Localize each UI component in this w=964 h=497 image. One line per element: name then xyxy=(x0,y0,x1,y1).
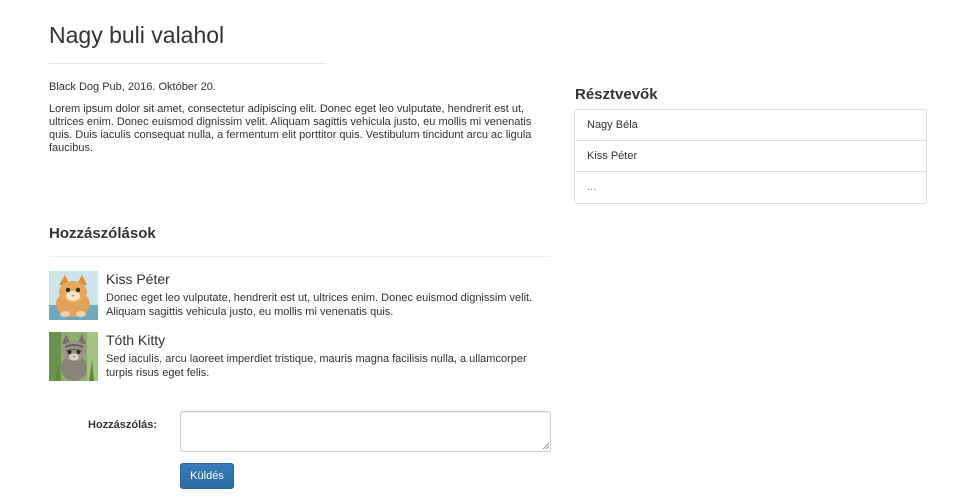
participants-heading: Résztvevők xyxy=(575,86,658,103)
submit-comment-button[interactable]: Küldés xyxy=(180,463,234,489)
comment-author: Kiss Péter xyxy=(106,271,170,287)
participant-item[interactable]: Kiss Péter xyxy=(575,141,926,172)
comment-text: Donec eget leo vulputate, hendrerit est … xyxy=(106,292,533,318)
comment-item: Tóth Kitty Sed iaculis, arcu laoreet imp… xyxy=(49,332,551,381)
page-title: Nagy buli valahol xyxy=(49,22,225,48)
comment-field-label: Hozzászólás: xyxy=(88,419,158,431)
tabby-kitten-avatar-icon xyxy=(49,332,98,381)
comment-input[interactable] xyxy=(180,411,551,452)
comment-item: Kiss Péter Donec eget leo vulputate, hen… xyxy=(49,271,551,320)
event-description: Lorem ipsum dolor sit amet, consectetur … xyxy=(49,103,532,154)
title-divider xyxy=(49,63,326,64)
comment-text: Sed iaculis, arcu laoreet imperdiet tris… xyxy=(106,353,527,379)
event-location-date: Black Dog Pub, 2016. Október 20. xyxy=(49,81,216,93)
comments-divider xyxy=(49,256,551,257)
participant-item[interactable]: Nagy Béla xyxy=(575,110,926,141)
comment-author: Tóth Kitty xyxy=(106,332,166,348)
orange-kitten-avatar-icon xyxy=(49,271,98,320)
resize-grip-icon[interactable] xyxy=(542,442,550,450)
participant-item-more[interactable]: ... xyxy=(575,172,926,203)
participants-list: Nagy Béla Kiss Péter ... xyxy=(574,109,927,204)
comments-heading: Hozzászólások xyxy=(49,225,156,242)
